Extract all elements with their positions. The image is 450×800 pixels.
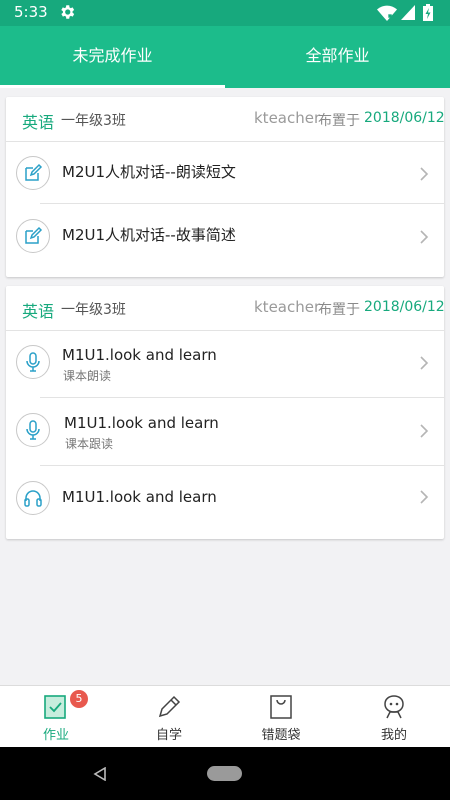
subject-label: 英语 (22, 113, 55, 132)
chevron-right-icon (420, 424, 429, 438)
status-bar: 5:33 (0, 0, 450, 26)
battery-charging-icon (423, 4, 433, 21)
nav-mistake-bag[interactable]: 错题袋 (225, 686, 337, 748)
homework-item[interactable]: M2U1人机对话--故事简述 (6, 204, 444, 270)
microphone-icon (16, 413, 50, 447)
homework-title: M2U1人机对话--故事简述 (62, 226, 236, 244)
status-time: 5:33 (14, 3, 48, 21)
homework-item[interactable]: M1U1.look and learn 课本朗读 (6, 330, 444, 396)
active-tab-indicator (0, 85, 225, 88)
nav-label: 错题袋 (261, 728, 301, 743)
back-icon[interactable] (93, 767, 107, 781)
group-header: 英语 一年级3班 kteacher 布置于 2018/06/12 (6, 97, 445, 142)
assigned-label: 布置于 (318, 302, 360, 318)
homework-title: M1U1.look and learn (62, 346, 217, 364)
tab-unfinished-homework[interactable]: 未完成作业 (0, 26, 225, 88)
microphone-icon (16, 345, 50, 379)
home-button[interactable] (207, 766, 242, 781)
gear-icon (61, 5, 75, 19)
bottom-navigation: 5 作业 自学 错题袋 我的 (0, 685, 450, 748)
homework-title: M1U1.look and learn (64, 414, 219, 432)
homework-subtitle: 课本朗读 (63, 369, 112, 383)
chevron-right-icon (420, 490, 429, 504)
nav-self-study[interactable]: 自学 (113, 686, 225, 748)
tab-all-homework[interactable]: 全部作业 (225, 26, 450, 88)
subject-label: 英语 (22, 302, 55, 321)
edit-icon (16, 219, 50, 253)
chevron-right-icon (420, 167, 429, 181)
nav-profile[interactable]: 我的 (338, 686, 450, 748)
signal-icon (401, 5, 415, 20)
teacher-name: kteacher (254, 298, 321, 316)
system-navigation-bar (0, 747, 450, 800)
bag-icon (270, 695, 292, 719)
assigned-date: 2018/06/12 (364, 299, 445, 315)
nav-label: 自学 (155, 728, 182, 743)
homework-item[interactable]: M1U1.look and learn 课本跟读 (6, 398, 444, 464)
edit-icon (16, 156, 50, 190)
assigned-date: 2018/06/12 (364, 110, 445, 126)
homework-title: M2U1人机对话--朗读短文 (62, 163, 236, 181)
homework-group-card: 英语 一年级3班 kteacher 布置于 2018/06/12 M2U1人机对… (6, 97, 445, 277)
homework-item[interactable]: M2U1人机对话--朗读短文 (6, 141, 444, 207)
homework-subtitle: 课本跟读 (65, 437, 114, 451)
nav-homework[interactable]: 5 作业 (0, 686, 112, 748)
wifi-icon (377, 5, 397, 21)
headphones-icon (16, 481, 50, 515)
homework-title: M1U1.look and learn (62, 488, 217, 506)
group-header: 英语 一年级3班 kteacher 布置于 2018/06/12 (6, 286, 445, 331)
chevron-right-icon (420, 356, 429, 370)
teacher-name: kteacher (254, 109, 321, 127)
pencil-icon (158, 695, 181, 718)
nav-label: 作业 (42, 728, 69, 743)
class-name: 一年级3班 (61, 302, 126, 318)
assigned-label: 布置于 (318, 113, 360, 129)
homework-icon (44, 695, 66, 719)
profile-icon (384, 695, 404, 719)
nav-label: 我的 (380, 728, 407, 743)
homework-group-card: 英语 一年级3班 kteacher 布置于 2018/06/12 M1U1.lo… (6, 286, 445, 539)
class-name: 一年级3班 (61, 113, 126, 129)
homework-tabs: 未完成作业 全部作业 (0, 26, 450, 88)
chevron-right-icon (420, 230, 429, 244)
notification-badge: 5 (70, 690, 88, 708)
homework-item[interactable]: M1U1.look and learn (6, 466, 444, 532)
